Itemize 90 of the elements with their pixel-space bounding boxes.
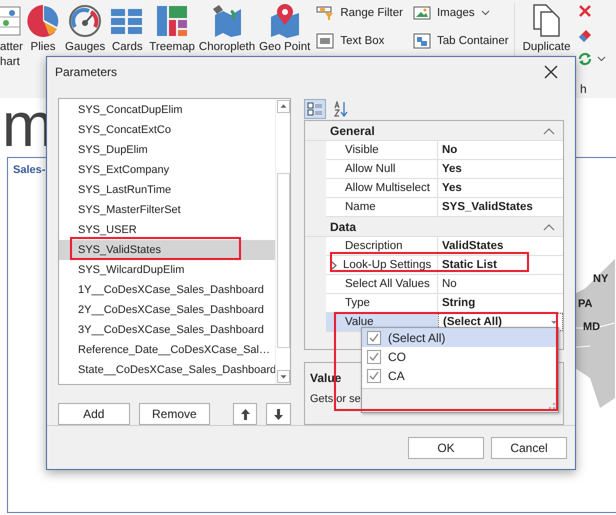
dropdown-arrow-icon[interactable] (550, 320, 558, 324)
ribbon-button[interactable]: Plies (23, 3, 64, 55)
tab-container-icon (412, 33, 431, 49)
parameter-item[interactable]: SYS_ValidStates (59, 240, 275, 260)
state-label: NY (593, 273, 608, 285)
ribbon-button[interactable]: Choropleth (196, 3, 258, 55)
parameter-item[interactable]: SYS_LastRunTime (59, 180, 275, 200)
resize-grip-icon[interactable] (549, 403, 555, 409)
property-value[interactable]: No (442, 278, 457, 290)
sort-az-icon (333, 101, 349, 117)
scroll-up-icon[interactable] (276, 100, 290, 113)
list-button[interactable]: Add (58, 403, 130, 425)
parameter-item[interactable]: SYS_USER (59, 220, 275, 240)
property-name: Select All Values (345, 278, 430, 290)
categorized-icon (307, 101, 323, 117)
property-value[interactable]: SYS_ValidStates (442, 201, 533, 213)
refresh-icon[interactable] (576, 51, 593, 67)
caret-icon (480, 10, 490, 16)
copy-icon (532, 3, 562, 39)
parameter-item[interactable]: Reference_Date__CoDesXCase_Sal… (59, 340, 275, 360)
ribbon-button[interactable]: Images (410, 3, 511, 23)
option-item[interactable]: CA (362, 366, 558, 385)
parameter-item[interactable]: SYS_MasterFilterSet (59, 200, 275, 220)
categorized-button[interactable] (304, 99, 326, 119)
ribbon-button[interactable]: Gauges (63, 3, 108, 55)
property-name: Value (345, 316, 374, 328)
checkbox[interactable] (367, 350, 381, 364)
delete-icon[interactable] (576, 3, 593, 19)
panel-title: Sales- (13, 164, 46, 176)
scrollbar[interactable] (275, 99, 290, 384)
property-value[interactable]: No (442, 144, 458, 156)
range-filter-icon (316, 5, 334, 21)
state-label: MD (583, 321, 600, 333)
ribbon-button[interactable]: Tab Container (410, 31, 511, 51)
list-button[interactable]: Remove (138, 403, 210, 425)
image-icon (412, 5, 431, 21)
dialog-button[interactable]: OK (408, 436, 484, 458)
arrow-down-icon (273, 408, 284, 420)
property-value[interactable]: Yes (442, 163, 462, 175)
property-name: Name (345, 201, 376, 213)
dialog-title: Parameters (55, 65, 118, 79)
property-value[interactable]: String (442, 297, 476, 309)
parameter-item[interactable]: 1Y__CoDesXCase_Sales_Dashboard (59, 280, 275, 300)
property-name: Look-Up Settings (343, 259, 432, 271)
ribbon-button[interactable]: Text Box (314, 31, 405, 51)
text-box-icon (316, 33, 334, 49)
option-item[interactable]: CO (362, 347, 558, 366)
ribbon-button[interactable]: Range Filter (314, 3, 405, 23)
property-name: Type (345, 297, 370, 309)
dialog-button[interactable]: Cancel (491, 436, 567, 458)
duplicate-button[interactable]: Duplicate (520, 3, 573, 55)
gauge-icon (67, 3, 104, 39)
caret-icon (596, 56, 606, 62)
checkbox[interactable] (367, 330, 381, 344)
property-name: Visible (345, 144, 379, 156)
checkbox[interactable] (367, 368, 381, 382)
close-icon[interactable] (544, 65, 558, 79)
parameter-item[interactable]: 2Y__CoDesXCase_Sales_Dashboard (59, 300, 275, 320)
eraser-icon[interactable] (576, 27, 593, 43)
state-label: PA (578, 298, 592, 310)
category-header: Data (330, 220, 356, 234)
arrow-up-icon (240, 408, 251, 420)
property-name: Allow Multiselect (345, 182, 430, 194)
scroll-down-icon[interactable] (276, 370, 290, 383)
pie-chart-icon (25, 3, 62, 39)
move-down-button[interactable] (266, 403, 291, 425)
property-name: Description (345, 240, 403, 252)
category-header: General (330, 124, 375, 138)
parameter-item[interactable]: SYS_ConcatExtCo (59, 120, 275, 140)
parameter-item[interactable]: SYS_WilcardDupElim (59, 260, 275, 280)
parameter-item[interactable]: State__CoDesXCase_Sales_Dashboard (59, 360, 275, 380)
collapse-icon[interactable] (543, 222, 555, 230)
ribbon-button[interactable]: Geo Point (257, 3, 312, 55)
collapse-icon[interactable] (543, 126, 555, 134)
ribbon-button[interactable]: atter hart (0, 3, 24, 70)
ribbon-button[interactable]: Cards (107, 3, 148, 55)
parameter-item[interactable]: SYS_DupElim (59, 140, 275, 160)
property-value[interactable]: Static List (442, 259, 497, 271)
group-label: h (580, 82, 587, 96)
option-item[interactable]: (Select All) (362, 328, 558, 347)
parameter-item[interactable]: SYS_ConcatDupElim (59, 100, 275, 120)
chevron-icon[interactable] (331, 260, 337, 270)
property-name: Allow Null (345, 163, 396, 175)
parameter-item[interactable]: SYS_ExtCompany (59, 160, 275, 180)
move-up-button[interactable] (232, 403, 258, 425)
description-text: Gets or se (310, 393, 361, 405)
ribbon-button[interactable]: Treemap (147, 3, 197, 55)
property-value[interactable]: ValidStates (442, 240, 504, 252)
property-value[interactable]: Yes (442, 182, 462, 194)
parameter-item[interactable]: 3Y__CoDesXCase_Sales_Dashboard (59, 320, 275, 340)
